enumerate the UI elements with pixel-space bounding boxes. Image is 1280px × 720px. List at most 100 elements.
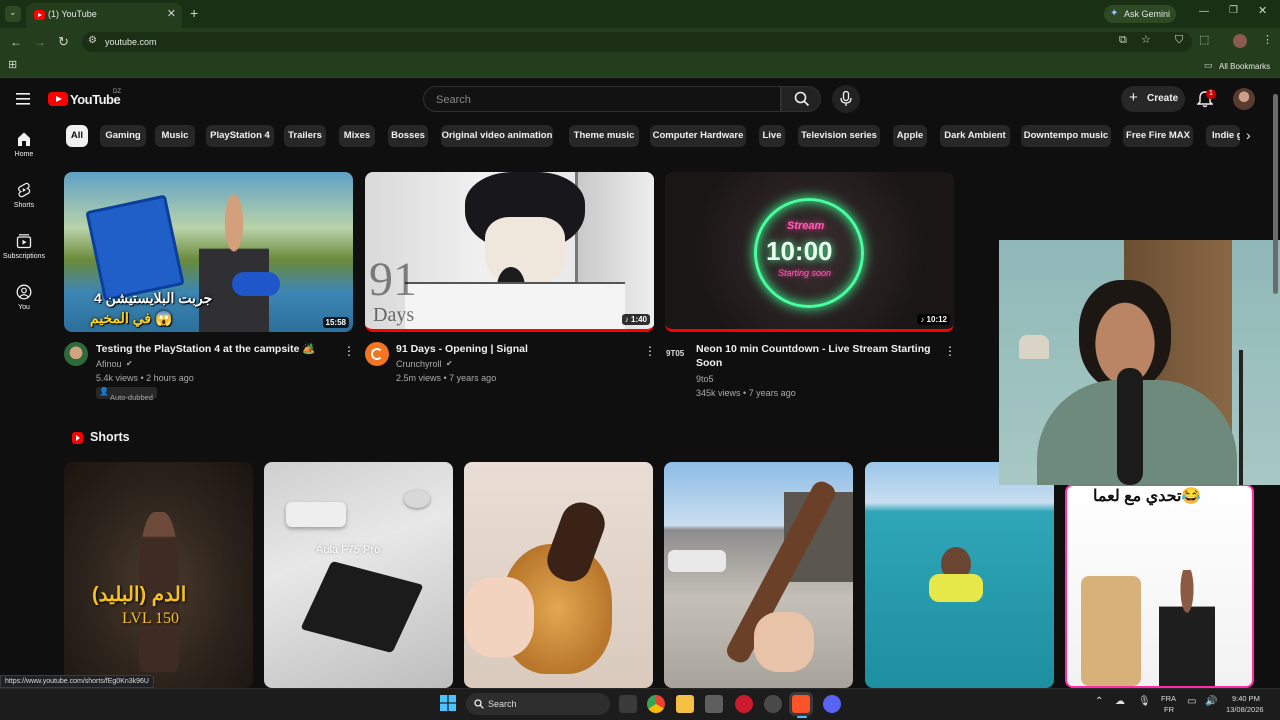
install-app-icon[interactable]: ⧉ — [1119, 35, 1127, 46]
apps-grid-icon[interactable]: ⊞ — [8, 60, 17, 71]
short-card[interactable] — [865, 462, 1054, 688]
close-window-icon[interactable]: ✕ — [1258, 6, 1267, 17]
tray-overflow-icon[interactable]: ⌃ — [1095, 697, 1103, 707]
network-icon[interactable]: ▭ — [1187, 697, 1196, 707]
search-button[interactable] — [781, 86, 821, 112]
microphone-icon[interactable]: 🎙 — [1138, 697, 1151, 707]
video-options-icon[interactable]: ⋮ — [343, 344, 355, 358]
filter-chip[interactable]: Gaming — [100, 125, 146, 147]
thumbnail-console-box — [85, 194, 185, 302]
cloud-icon[interactable]: ☁ — [1115, 697, 1125, 707]
short-card[interactable] — [464, 462, 653, 688]
site-info-icon[interactable]: ⚙ — [88, 36, 97, 46]
bookmark-star-icon[interactable]: ☆ — [1141, 35, 1151, 46]
chrome-app-icon[interactable] — [647, 695, 665, 713]
file-explorer-icon[interactable] — [676, 695, 694, 713]
channel-name[interactable]: Afinou — [96, 357, 122, 371]
language-indicator[interactable]: FRA — [1161, 694, 1176, 703]
account-avatar[interactable] — [1233, 88, 1255, 110]
shield-extension-icon[interactable]: ⛉ — [1175, 35, 1183, 46]
filter-chip[interactable]: Music — [155, 125, 195, 147]
video-thumbnail[interactable]: Stream 10:00 Starting soon ♪ 10:12 — [665, 172, 954, 332]
filter-chip[interactable]: Free Fire MAX — [1123, 125, 1193, 147]
video-thumbnail[interactable]: جربت البلايستيشن 4 في المخيم 😱 15:58 — [64, 172, 353, 332]
video-options-icon[interactable]: ⋮ — [644, 344, 656, 358]
filter-chip[interactable]: Apple — [893, 125, 927, 147]
filter-chip[interactable]: Television series — [798, 125, 880, 147]
profile-avatar-icon[interactable] — [1233, 34, 1247, 48]
forward-arrow-icon[interactable]: → — [34, 36, 46, 48]
taskbar-search[interactable]: Search — [466, 693, 610, 715]
start-button[interactable] — [440, 695, 458, 713]
sidebar-item-subscriptions[interactable]: Subscriptions — [0, 233, 48, 260]
filter-chip[interactable]: Live — [759, 125, 785, 147]
ask-gemini-button[interactable]: ✦ Ask Gemini — [1104, 5, 1176, 23]
all-bookmarks-link[interactable]: All Bookmarks — [1219, 62, 1270, 71]
video-title-line-2[interactable]: Soon — [696, 356, 722, 370]
notifications-button[interactable]: 1 — [1196, 89, 1216, 109]
back-arrow-icon[interactable]: ← — [10, 36, 22, 48]
channel-avatar[interactable] — [64, 342, 88, 366]
language-indicator-sub[interactable]: FR — [1164, 705, 1174, 714]
filter-chip[interactable]: Trailers — [284, 125, 326, 147]
filter-chip[interactable]: Dark Ambient — [940, 125, 1010, 147]
app-icon[interactable] — [705, 695, 723, 713]
video-title[interactable]: 91 Days - Opening | Signal — [396, 342, 528, 356]
video-title-line-1[interactable]: Neon 10 min Countdown - Live Stream Star… — [696, 342, 931, 356]
voice-search-button[interactable] — [832, 85, 860, 113]
reload-icon[interactable]: ↻ — [58, 35, 69, 48]
filter-chip[interactable]: Original video animation — [441, 125, 553, 147]
short-card[interactable]: Aula F75 Pro — [264, 462, 453, 688]
browser-tab-youtube[interactable]: (1) YouTube ✕ — [26, 3, 182, 28]
filter-chip[interactable]: Theme music — [569, 125, 639, 147]
minimize-window-icon[interactable]: — — [1199, 7, 1209, 17]
search-box[interactable] — [423, 86, 781, 112]
filter-chip[interactable]: Bosses — [388, 125, 428, 147]
channel-name[interactable]: 9to5 — [696, 372, 714, 386]
video-title[interactable]: Testing the PlayStation 4 at the campsit… — [96, 342, 315, 356]
chips-scroll-right-button[interactable]: › — [1240, 125, 1262, 147]
video-thumbnail[interactable]: 91 Days ♪ 1:40 — [365, 172, 654, 332]
video-options-icon[interactable]: ⋮ — [944, 344, 956, 358]
clock-date[interactable]: 13/08/2026 — [1226, 705, 1264, 714]
filter-chip[interactable]: Computer Hardware — [650, 125, 746, 147]
close-tab-icon[interactable]: ✕ — [167, 7, 176, 20]
tab-search-button[interactable]: ⌄ — [5, 6, 21, 22]
search-input[interactable] — [436, 92, 766, 107]
task-view-icon[interactable] — [619, 695, 637, 713]
filter-chip[interactable]: All — [66, 125, 88, 147]
scrollbar-thumb[interactable] — [1273, 94, 1278, 294]
clock-time[interactable]: 9:40 PM — [1232, 694, 1260, 703]
shorts-section-icon — [72, 432, 83, 444]
channel-avatar[interactable]: 9T05 — [665, 342, 689, 366]
brave-app-icon[interactable] — [792, 695, 810, 713]
page-scrollbar[interactable] — [1271, 82, 1280, 688]
short-card[interactable]: الدم (البليد) LVL 150 — [64, 462, 253, 688]
short-card[interactable]: تحدي مع لعما😂 — [1065, 484, 1254, 688]
omnibox[interactable]: ⚙ youtube.com ⧉ ☆ — [82, 32, 1192, 52]
sidebar-item-you[interactable]: You — [0, 284, 48, 311]
new-tab-button[interactable]: + — [190, 6, 198, 20]
browser-menu-icon[interactable]: ⋮ — [1262, 35, 1273, 46]
auto-dubbed-badge: 👤 Auto-dubbed — [96, 387, 157, 402]
sidebar-item-home[interactable]: Home — [0, 131, 48, 158]
create-button[interactable]: + Create — [1121, 86, 1185, 112]
discord-app-icon[interactable] — [823, 695, 841, 713]
channel-name[interactable]: Crunchyroll — [396, 357, 442, 371]
steam-app-icon[interactable] — [764, 695, 782, 713]
filter-chip[interactable]: Mixes — [339, 125, 375, 147]
channel-avatar[interactable] — [365, 342, 389, 366]
opera-app-icon[interactable] — [735, 695, 753, 713]
sidebar-item-shorts[interactable]: Shorts — [0, 182, 48, 209]
filter-chip[interactable]: Downtempo music — [1021, 125, 1111, 147]
extensions-puzzle-icon[interactable]: ⬚ — [1199, 35, 1209, 46]
maximize-window-icon[interactable]: ❐ — [1229, 6, 1238, 16]
short-caption: الدم (البليد) — [92, 584, 187, 606]
thumbnail-caption: في المخيم 😱 — [90, 310, 173, 326]
volume-icon[interactable]: 🔊 — [1205, 697, 1217, 707]
url-text[interactable]: youtube.com — [105, 37, 157, 47]
short-card[interactable] — [664, 462, 853, 688]
filter-chip[interactable]: Indie g — [1206, 125, 1240, 147]
guide-menu-button[interactable] — [16, 92, 32, 106]
filter-chip[interactable]: PlayStation 4 — [206, 125, 274, 147]
